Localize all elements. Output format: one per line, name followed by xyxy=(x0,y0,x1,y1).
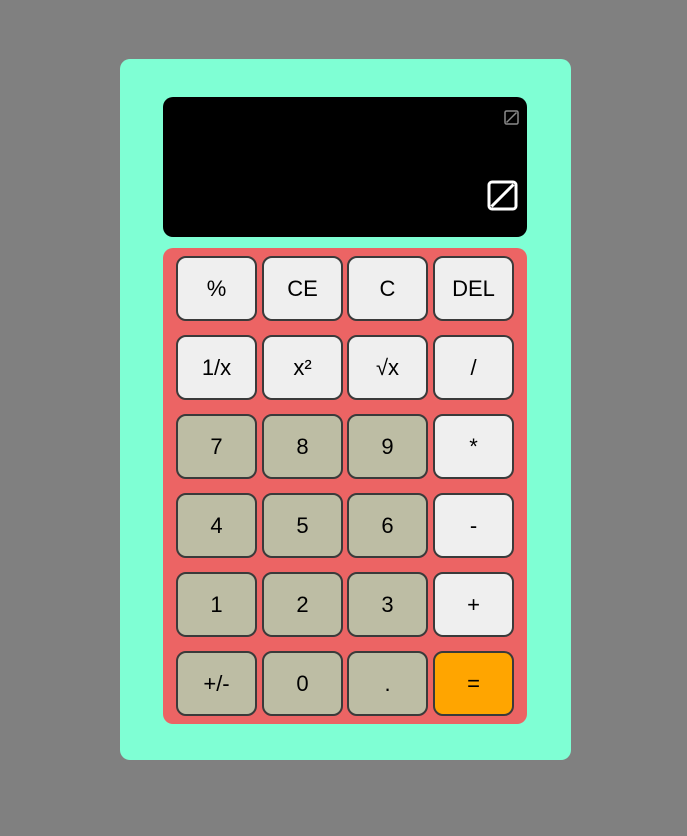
digit-7-button[interactable]: 7 xyxy=(176,414,257,479)
decimal-point-button[interactable]: . xyxy=(347,651,428,716)
reciprocal-button[interactable]: 1/x xyxy=(176,335,257,400)
digit-8-button[interactable]: 8 xyxy=(262,414,343,479)
clear-entry-button[interactable]: CE xyxy=(262,256,343,321)
square-root-button[interactable]: √x xyxy=(347,335,428,400)
digit-9-button[interactable]: 9 xyxy=(347,414,428,479)
multiply-button[interactable]: * xyxy=(433,414,514,479)
digit-2-button[interactable]: 2 xyxy=(262,572,343,637)
digit-0-button[interactable]: 0 xyxy=(262,651,343,716)
digit-3-button[interactable]: 3 xyxy=(347,572,428,637)
square-button[interactable]: x² xyxy=(262,335,343,400)
keypad: % CE C DEL 1/x x² √x/ 7 8 9 * 4 5 6- 1 2 3 + +/- 0. = xyxy=(163,248,527,724)
add-button[interactable]: + xyxy=(433,572,514,637)
equals-button[interactable]: = xyxy=(433,651,514,716)
delete-button[interactable]: DEL xyxy=(433,256,514,321)
calculator: % CE C DEL 1/x x² √x/ 7 8 9 * 4 5 6- 1 2 3 + +/- 0. = xyxy=(120,59,571,760)
display-screen xyxy=(163,97,527,237)
broken-image-icon xyxy=(487,180,518,211)
negate-button[interactable]: +/- xyxy=(176,651,257,716)
subtract-button[interactable]: - xyxy=(433,493,514,558)
percent-button[interactable]: % xyxy=(176,256,257,321)
digit-6-button[interactable]: 6 xyxy=(347,493,428,558)
clear-button[interactable]: C xyxy=(347,256,428,321)
digit-5-button[interactable]: 5 xyxy=(262,493,343,558)
digit-4-button[interactable]: 4 xyxy=(176,493,257,558)
digit-1-button[interactable]: 1 xyxy=(176,572,257,637)
broken-image-icon xyxy=(504,110,519,125)
divide-button[interactable]: / xyxy=(433,335,514,400)
